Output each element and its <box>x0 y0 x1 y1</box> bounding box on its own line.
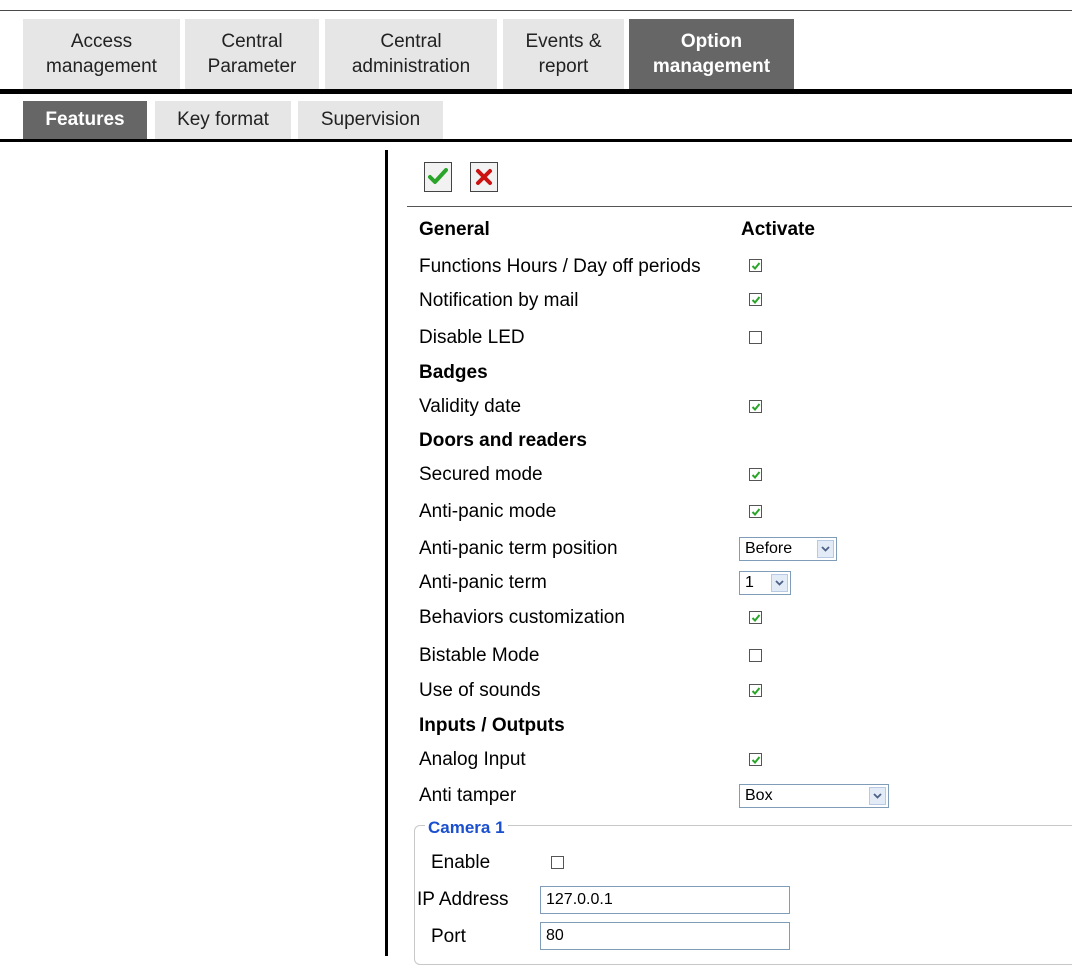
checkmark-icon <box>751 508 761 516</box>
label-anti-panic-term: Anti-panic term <box>419 572 547 593</box>
label-anti-tamper: Anti tamper <box>419 785 517 806</box>
tab-label-line2: management <box>652 56 771 77</box>
tab-label-line2: administration <box>351 56 471 77</box>
left-panel-divider <box>385 150 388 956</box>
checkmark-icon <box>751 756 761 764</box>
label-validity-date: Validity date <box>419 396 522 417</box>
chevron-down-icon <box>771 574 788 592</box>
tab-label-line1: Access <box>70 31 133 52</box>
select-anti-panic-term-position[interactable]: Before <box>739 537 837 561</box>
checkbox-notification-mail[interactable] <box>749 293 762 306</box>
checkbox-functions-hours[interactable] <box>749 259 762 272</box>
checkmark-icon <box>751 296 761 304</box>
checkbox-analog-input[interactable] <box>749 753 762 766</box>
checkbox-disable-led[interactable] <box>749 331 762 344</box>
cancel-button[interactable] <box>470 162 498 192</box>
activate-column-header: Activate <box>741 219 815 240</box>
top-border-line <box>0 10 1072 11</box>
label-ip-address: IP Address <box>417 889 509 910</box>
chevron-down-icon <box>817 540 834 558</box>
section-inputs-outputs: Inputs / Outputs <box>419 715 565 736</box>
section-general: General <box>419 219 490 240</box>
label-port: Port <box>431 926 466 947</box>
select-anti-tamper[interactable]: Box <box>739 784 889 808</box>
checkmark-icon <box>751 262 761 270</box>
label-behaviors-customization: Behaviors customization <box>419 607 625 628</box>
label-notification-mail: Notification by mail <box>419 290 579 311</box>
select-value: 1 <box>745 574 754 591</box>
label-bistable-mode: Bistable Mode <box>419 645 540 666</box>
check-icon <box>428 168 448 184</box>
subtab-rule <box>0 139 1072 142</box>
ip-address-input[interactable] <box>540 886 790 914</box>
tab-label-line2: report <box>538 56 589 77</box>
checkbox-validity-date[interactable] <box>749 400 762 413</box>
tab-label-line2: Parameter <box>207 56 297 77</box>
tab-label-line1: Option <box>680 31 743 52</box>
tab-option-management[interactable]: Option management <box>629 19 794 89</box>
checkbox-bistable-mode[interactable] <box>749 649 762 662</box>
cross-icon <box>476 169 492 185</box>
camera-legend: Camera 1 <box>425 818 508 838</box>
tab-label-line1: Events & <box>525 31 602 52</box>
label-anti-panic-mode: Anti-panic mode <box>419 501 557 522</box>
checkbox-secured-mode[interactable] <box>749 468 762 481</box>
label-secured-mode: Secured mode <box>419 464 543 485</box>
label-disable-led: Disable LED <box>419 327 525 348</box>
section-badges: Badges <box>419 362 488 383</box>
tab-events-report[interactable]: Events & report <box>503 19 624 89</box>
checkbox-camera-enable[interactable] <box>551 856 564 869</box>
label-camera-enable: Enable <box>431 852 491 873</box>
checkmark-icon <box>751 471 761 479</box>
subtab-supervision[interactable]: Supervision <box>298 101 443 139</box>
label-use-of-sounds: Use of sounds <box>419 680 541 701</box>
select-value: Before <box>745 540 793 557</box>
checkmark-icon <box>751 614 761 622</box>
checkmark-icon <box>751 687 761 695</box>
main-tab-rule <box>0 89 1072 94</box>
select-value: Box <box>745 787 773 804</box>
checkbox-anti-panic-mode[interactable] <box>749 505 762 518</box>
tab-label-line2: management <box>46 56 157 77</box>
select-anti-panic-term[interactable]: 1 <box>739 571 791 595</box>
port-input[interactable] <box>540 922 790 950</box>
label-functions-hours: Functions Hours / Day off periods <box>419 256 701 277</box>
tab-central-administration[interactable]: Central administration <box>325 19 497 89</box>
save-button[interactable] <box>424 162 452 192</box>
checkbox-behaviors-customization[interactable] <box>749 611 762 624</box>
tab-access-management[interactable]: Access management <box>23 19 180 89</box>
tab-label-line1: Central <box>221 31 283 52</box>
subtab-features[interactable]: Features <box>23 101 147 139</box>
toolbar-rule <box>407 206 1072 207</box>
chevron-down-icon <box>869 787 886 805</box>
checkbox-use-of-sounds[interactable] <box>749 684 762 697</box>
label-anti-panic-term-position: Anti-panic term position <box>419 538 618 559</box>
subtab-key-format[interactable]: Key format <box>155 101 291 139</box>
label-analog-input: Analog Input <box>419 749 526 770</box>
tab-label-line1: Central <box>380 31 442 52</box>
section-doors-readers: Doors and readers <box>419 430 587 451</box>
checkmark-icon <box>751 403 761 411</box>
tab-central-parameter[interactable]: Central Parameter <box>185 19 319 89</box>
